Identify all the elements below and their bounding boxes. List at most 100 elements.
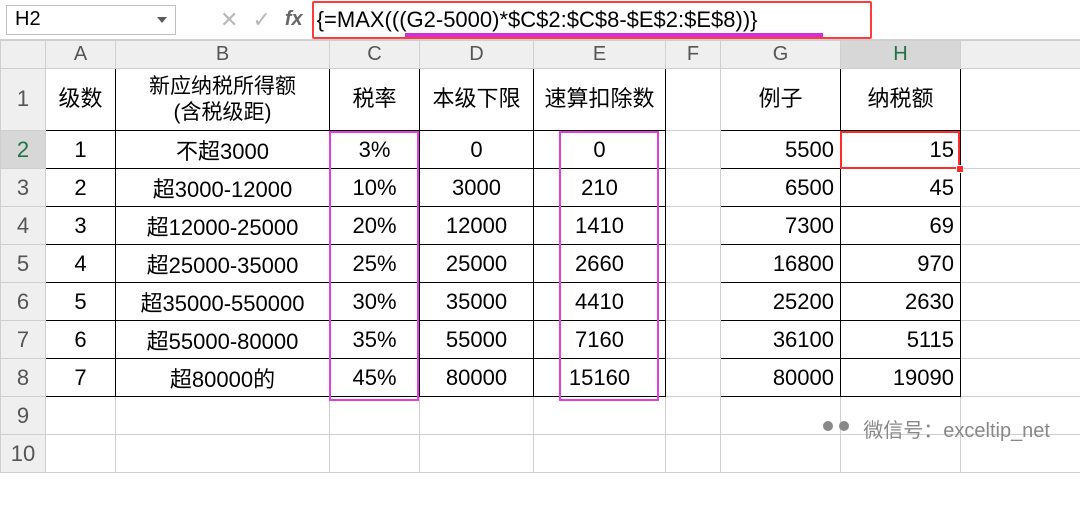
row-header[interactable]: 4 bbox=[1, 207, 46, 245]
name-box[interactable]: H2 bbox=[6, 5, 176, 35]
cell[interactable] bbox=[666, 245, 721, 283]
cell[interactable]: 超55000-80000 bbox=[116, 321, 330, 359]
confirm-icon[interactable]: ✓ bbox=[252, 7, 270, 33]
cell[interactable]: 6500 bbox=[721, 169, 841, 207]
cell[interactable]: 35% bbox=[330, 321, 420, 359]
col-header-A[interactable]: A bbox=[46, 41, 116, 69]
cell[interactable] bbox=[666, 207, 721, 245]
cell[interactable]: 新应纳税所得额 (含税级距) bbox=[116, 69, 330, 131]
cell[interactable]: 25% bbox=[330, 245, 420, 283]
cell[interactable]: 税率 bbox=[330, 69, 420, 131]
cell[interactable] bbox=[116, 397, 330, 435]
cell[interactable]: 5 bbox=[46, 283, 116, 321]
cancel-icon[interactable]: ✕ bbox=[220, 7, 238, 33]
cell[interactable] bbox=[961, 245, 1080, 283]
fx-icon[interactable]: fx bbox=[285, 8, 303, 31]
spreadsheet-grid[interactable]: A B C D E F G H 1 级数 新应纳税所得额 (含税级距) 税率 本… bbox=[0, 40, 1080, 473]
cell[interactable] bbox=[330, 435, 420, 473]
cell[interactable]: 0 bbox=[420, 131, 534, 169]
row-header[interactable]: 7 bbox=[1, 321, 46, 359]
cell[interactable]: 80000 bbox=[420, 359, 534, 397]
cell[interactable]: 1410 bbox=[534, 207, 666, 245]
cell[interactable]: 3% bbox=[330, 131, 420, 169]
cell[interactable]: 45% bbox=[330, 359, 420, 397]
cell[interactable] bbox=[961, 69, 1080, 131]
cell[interactable]: 2630 bbox=[841, 283, 961, 321]
row-header[interactable]: 10 bbox=[1, 435, 46, 473]
row-header[interactable]: 8 bbox=[1, 359, 46, 397]
cell[interactable] bbox=[420, 397, 534, 435]
cell[interactable]: 6 bbox=[46, 321, 116, 359]
cell[interactable]: 5115 bbox=[841, 321, 961, 359]
row-header[interactable]: 9 bbox=[1, 397, 46, 435]
cell[interactable]: 16800 bbox=[721, 245, 841, 283]
cell[interactable]: 970 bbox=[841, 245, 961, 283]
cell[interactable] bbox=[46, 397, 116, 435]
cell[interactable] bbox=[116, 435, 330, 473]
cell[interactable]: 25000 bbox=[420, 245, 534, 283]
cell[interactable] bbox=[666, 321, 721, 359]
cell[interactable] bbox=[666, 69, 721, 131]
row-header[interactable]: 5 bbox=[1, 245, 46, 283]
cell[interactable]: 15160 bbox=[534, 359, 666, 397]
cell[interactable]: 超3000-12000 bbox=[116, 169, 330, 207]
fill-handle[interactable] bbox=[956, 165, 964, 173]
cell[interactable] bbox=[666, 435, 721, 473]
cell[interactable]: 35000 bbox=[420, 283, 534, 321]
row-header[interactable]: 3 bbox=[1, 169, 46, 207]
cell[interactable]: 超35000-550000 bbox=[116, 283, 330, 321]
cell[interactable] bbox=[961, 169, 1080, 207]
row-header[interactable]: 2 bbox=[1, 131, 46, 169]
cell[interactable]: 速算扣除数 bbox=[534, 69, 666, 131]
cell[interactable]: 3 bbox=[46, 207, 116, 245]
cell[interactable]: 5500 bbox=[721, 131, 841, 169]
cell[interactable]: 20% bbox=[330, 207, 420, 245]
formula-input[interactable]: {=MAX(((G2-5000)*$C$2:$C$8-$E$2:$E$8))} bbox=[307, 3, 1064, 37]
cell[interactable] bbox=[420, 435, 534, 473]
chevron-down-icon[interactable] bbox=[157, 17, 167, 23]
cell[interactable] bbox=[534, 397, 666, 435]
cell[interactable]: 45 bbox=[841, 169, 961, 207]
cell[interactable]: 1 bbox=[46, 131, 116, 169]
cell[interactable]: 4 bbox=[46, 245, 116, 283]
row-header[interactable]: 6 bbox=[1, 283, 46, 321]
cell[interactable]: 超80000的 bbox=[116, 359, 330, 397]
cell[interactable]: 10% bbox=[330, 169, 420, 207]
col-header-G[interactable]: G bbox=[721, 41, 841, 69]
cell[interactable]: 2 bbox=[46, 169, 116, 207]
cell[interactable] bbox=[961, 131, 1080, 169]
cell[interactable]: 69 bbox=[841, 207, 961, 245]
cell[interactable]: 0 bbox=[534, 131, 666, 169]
cell[interactable] bbox=[666, 359, 721, 397]
col-header-E[interactable]: E bbox=[534, 41, 666, 69]
cell[interactable] bbox=[534, 435, 666, 473]
cell[interactable]: 超25000-35000 bbox=[116, 245, 330, 283]
cell[interactable]: 级数 bbox=[46, 69, 116, 131]
cell[interactable] bbox=[961, 359, 1080, 397]
cell[interactable]: 不超3000 bbox=[116, 131, 330, 169]
col-header-B[interactable]: B bbox=[116, 41, 330, 69]
col-header-H[interactable]: H bbox=[841, 41, 961, 69]
cell[interactable] bbox=[961, 207, 1080, 245]
col-header-C[interactable]: C bbox=[330, 41, 420, 69]
cell[interactable]: 210 bbox=[534, 169, 666, 207]
col-header-D[interactable]: D bbox=[420, 41, 534, 69]
col-header-blank[interactable] bbox=[961, 41, 1080, 69]
select-all-corner[interactable] bbox=[1, 41, 46, 69]
col-header-F[interactable]: F bbox=[666, 41, 721, 69]
cell[interactable]: 纳税额 bbox=[841, 69, 961, 131]
cell-active[interactable]: 15 bbox=[841, 131, 961, 169]
cell[interactable]: 4410 bbox=[534, 283, 666, 321]
cell[interactable]: 19090 bbox=[841, 359, 961, 397]
cell[interactable]: 7 bbox=[46, 359, 116, 397]
cell[interactable]: 例子 bbox=[721, 69, 841, 131]
cell[interactable]: 30% bbox=[330, 283, 420, 321]
cell[interactable]: 7160 bbox=[534, 321, 666, 359]
cell[interactable]: 3000 bbox=[420, 169, 534, 207]
cell[interactable] bbox=[666, 169, 721, 207]
cell[interactable] bbox=[330, 397, 420, 435]
cell[interactable] bbox=[666, 397, 721, 435]
cell[interactable] bbox=[666, 283, 721, 321]
cell[interactable]: 2660 bbox=[534, 245, 666, 283]
cell[interactable]: 55000 bbox=[420, 321, 534, 359]
